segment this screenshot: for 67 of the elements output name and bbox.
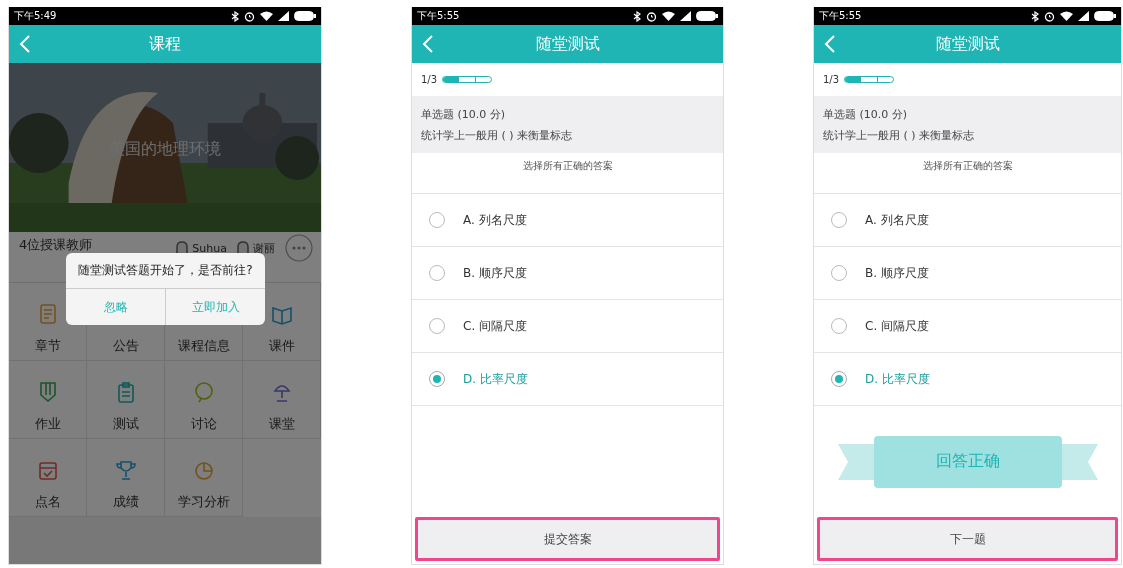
status-time: 下午5:49	[14, 9, 57, 23]
wifi-icon	[662, 11, 675, 21]
battery-icon	[294, 11, 316, 21]
progress-count: 1/3	[823, 74, 840, 85]
answer-option[interactable]: A. 列名尺度	[412, 194, 723, 247]
answer-option[interactable]: D. 比率尺度	[412, 353, 723, 406]
wifi-icon	[260, 11, 273, 21]
chat-icon	[192, 380, 215, 403]
progress-bar	[844, 76, 895, 83]
signal-icon	[278, 11, 289, 21]
bluetooth-icon	[1031, 10, 1039, 22]
option-label: B. 顺序尺度	[463, 264, 527, 282]
progress-count: 1/3	[421, 74, 438, 85]
feature-tile[interactable]: 课堂	[243, 361, 321, 439]
back-icon[interactable]	[19, 35, 31, 53]
option-label: C. 间隔尺度	[463, 317, 527, 335]
back-icon[interactable]	[422, 35, 434, 53]
battery-icon	[1094, 11, 1116, 21]
signal-icon	[1078, 11, 1089, 21]
alarm-icon	[1044, 10, 1055, 22]
alarm-icon	[244, 10, 255, 22]
battery-icon	[696, 11, 718, 21]
feature-tile[interactable]: 测试	[87, 361, 165, 439]
progress-bar	[442, 76, 493, 83]
answer-option[interactable]: B. 顺序尺度	[412, 247, 723, 300]
option-label: D. 比率尺度	[865, 370, 930, 388]
teacher-name[interactable]: 谢丽	[253, 240, 275, 256]
trophy-icon	[114, 458, 137, 481]
teachers-label: 4位授课教师	[19, 236, 93, 254]
alarm-icon	[646, 10, 657, 22]
answer-option[interactable]: C. 间隔尺度	[814, 300, 1121, 353]
teacher-name[interactable]: Suhua	[192, 241, 227, 255]
question-type: 单选题 (10.0 分)	[421, 106, 507, 122]
option-label: C. 间隔尺度	[865, 317, 929, 335]
ribbon-icon	[837, 443, 874, 480]
wifi-icon	[1060, 11, 1073, 21]
ribbon-icon	[1061, 443, 1098, 480]
question-text: 统计学上一般用 ( ) 来衡量标志	[421, 127, 574, 143]
result-banner: 回答正确	[873, 435, 1062, 488]
feature-tile[interactable]: 讨论	[165, 361, 243, 439]
status-time: 下午5:55	[819, 9, 862, 23]
screen-title: 随堂测试	[935, 33, 1000, 55]
question-text: 统计学上一般用 ( ) 来衡量标志	[823, 127, 976, 143]
answer-hint: 选择所有正确的答案	[922, 159, 1013, 173]
answer-option[interactable]: B. 顺序尺度	[814, 247, 1121, 300]
bluetooth-icon	[231, 10, 239, 22]
bluetooth-icon	[633, 10, 641, 22]
answer-option[interactable]: D. 比率尺度	[814, 353, 1121, 406]
more-icon[interactable]	[285, 234, 313, 262]
option-label: D. 比率尺度	[463, 370, 528, 388]
option-label: A. 列名尺度	[463, 211, 527, 229]
answer-option[interactable]: A. 列名尺度	[814, 194, 1121, 247]
answer-hint: 选择所有正确的答案	[522, 159, 613, 173]
dialog-button[interactable]: 立即加入	[165, 289, 265, 325]
question-type: 单选题 (10.0 分)	[823, 106, 909, 122]
screen-title: 课程	[149, 33, 181, 55]
action-button[interactable]: 提交答案	[415, 517, 720, 561]
screen-title: 随堂测试	[535, 33, 600, 55]
answer-option[interactable]: C. 间隔尺度	[412, 300, 723, 353]
status-time: 下午5:55	[417, 9, 460, 23]
signal-icon	[680, 11, 691, 21]
option-label: A. 列名尺度	[865, 211, 929, 229]
dialog-message: 随堂测试答题开始了，是否前往?	[77, 262, 254, 279]
back-icon[interactable]	[824, 35, 836, 53]
option-label: B. 顺序尺度	[865, 264, 929, 282]
action-button[interactable]: 下一题	[817, 517, 1118, 561]
feature-tile[interactable]: 作业	[9, 361, 87, 439]
